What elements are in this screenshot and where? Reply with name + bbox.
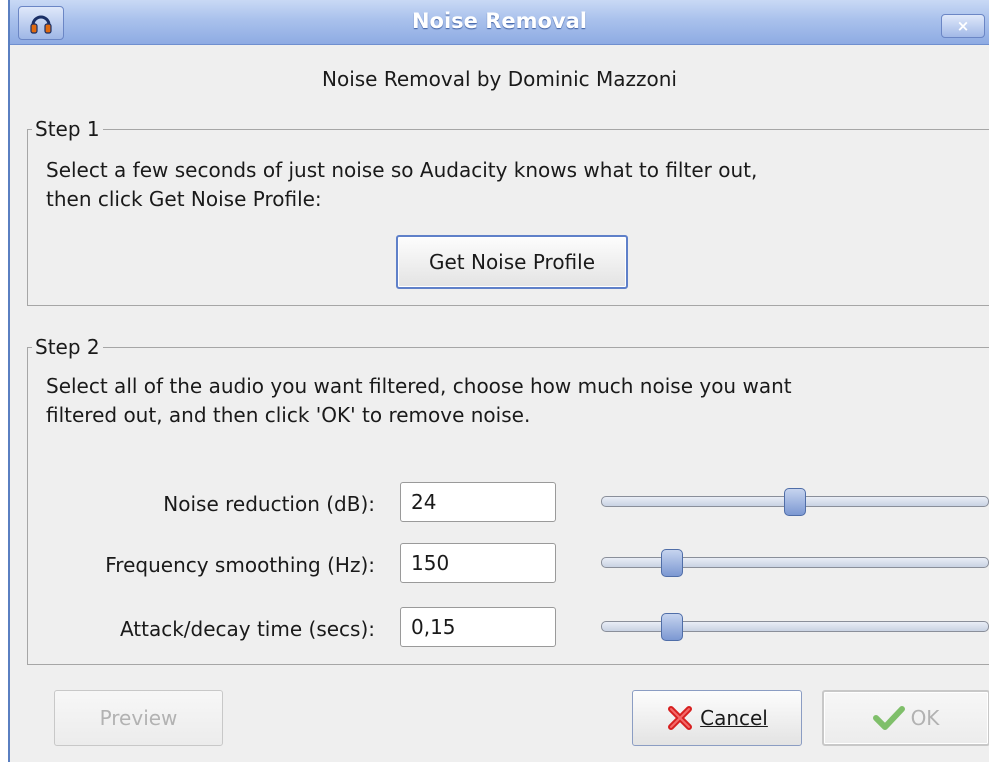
step2-description-line2: filtered out, and then click 'OK' to rem…	[46, 403, 531, 427]
close-icon: ×	[956, 17, 970, 35]
step1-description-line2: then click Get Noise Profile:	[46, 187, 322, 211]
frequency-smoothing-slider-track	[601, 557, 989, 568]
cancel-button[interactable]: Cancel	[632, 690, 802, 746]
attack-decay-label: Attack/decay time (secs):	[119, 617, 375, 641]
frequency-smoothing-slider-handle[interactable]	[661, 549, 683, 577]
step1-group: Step 1 Select a few seconds of just nois…	[27, 117, 989, 306]
close-button[interactable]: ×	[941, 14, 985, 38]
get-noise-profile-button[interactable]: Get Noise Profile	[396, 235, 628, 289]
frequency-smoothing-label: Frequency smoothing (Hz):	[105, 553, 375, 577]
noise-reduction-label: Noise reduction (dB):	[163, 492, 375, 516]
step1-description-line1: Select a few seconds of just noise so Au…	[46, 158, 758, 182]
noise-reduction-input[interactable]	[400, 482, 556, 522]
green-check-icon	[872, 706, 905, 730]
attack-decay-slider[interactable]	[601, 607, 989, 647]
red-x-icon	[668, 706, 693, 730]
step2-group: Step 2 Select all of the audio you want …	[27, 335, 989, 665]
get-noise-profile-label: Get Noise Profile	[428, 250, 596, 274]
preview-button[interactable]: Preview	[54, 690, 223, 746]
noise-reduction-slider[interactable]	[601, 482, 989, 522]
dialog-subtitle: Noise Removal by Dominic Mazzoni	[322, 67, 677, 91]
ok-label: OK	[910, 706, 940, 730]
preview-label: Preview	[99, 706, 178, 730]
attack-decay-slider-track	[601, 621, 989, 632]
cancel-label: Cancel	[700, 706, 768, 730]
attack-decay-input[interactable]	[400, 607, 556, 647]
step1-legend: Step 1	[32, 117, 103, 141]
title-bar[interactable]: Noise Removal ×	[10, 0, 989, 45]
step2-legend: Step 2	[32, 335, 103, 359]
window-title: Noise Removal	[411, 9, 588, 33]
step2-description-line1: Select all of the audio you want filtere…	[46, 374, 792, 398]
attack-decay-slider-handle[interactable]	[661, 613, 683, 641]
noise-removal-dialog: Noise Removal × Noise Removal by Dominic…	[8, 0, 989, 762]
frequency-smoothing-slider[interactable]	[601, 543, 989, 583]
frequency-smoothing-input[interactable]	[400, 543, 556, 583]
noise-reduction-slider-handle[interactable]	[784, 488, 806, 516]
ok-button[interactable]: OK	[822, 690, 989, 746]
